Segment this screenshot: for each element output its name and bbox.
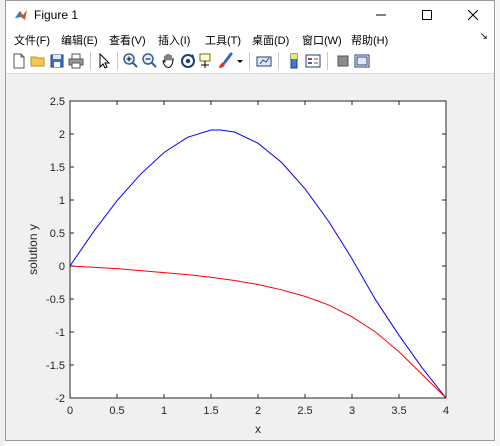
zoom-in-icon[interactable] xyxy=(122,52,140,70)
colorbar-icon[interactable] xyxy=(285,52,303,70)
y-tick-label: 2.5 xyxy=(50,96,65,108)
menu-insert[interactable]: 插入(I) xyxy=(158,32,190,48)
menu-desktop[interactable]: 桌面(D) xyxy=(252,32,289,48)
new-figure-icon[interactable] xyxy=(10,52,28,70)
figure-toolbar xyxy=(6,48,494,74)
x-tick-label: 4 xyxy=(443,405,449,417)
x-tick-label: 1.5 xyxy=(203,405,218,417)
x-tick-label: 1 xyxy=(161,405,167,417)
window-title: Figure 1 xyxy=(34,8,79,22)
open-file-icon[interactable] xyxy=(29,52,47,70)
x-tick-label: 2 xyxy=(255,405,261,417)
menu-help[interactable]: 帮助(H) xyxy=(351,32,388,48)
x-tick-label: 3 xyxy=(349,405,355,417)
menu-file[interactable]: 文件(F) xyxy=(14,32,50,48)
y-tick-label: 2 xyxy=(59,129,65,141)
y-tick-label: 1 xyxy=(59,195,65,207)
y-tick-label: -1.5 xyxy=(46,360,65,372)
toolbar-separator xyxy=(278,52,279,70)
menu-tools[interactable]: 工具(T) xyxy=(205,32,241,48)
toolbar-separator xyxy=(249,52,250,70)
menu-edit[interactable]: 编辑(E) xyxy=(61,32,98,48)
dock-arrow-icon[interactable]: ↘ xyxy=(480,31,488,42)
brush-dropdown-icon[interactable] xyxy=(235,52,245,70)
y-tick-label: -1 xyxy=(55,327,65,339)
axes-background xyxy=(70,101,446,398)
pan-hand-icon[interactable] xyxy=(160,52,178,70)
minimize-icon xyxy=(376,14,386,16)
data-cursor-icon[interactable] xyxy=(198,52,216,70)
menu-bar: 文件(F) 编辑(E) 查看(V) 插入(I) 工具(T) 桌面(D) 窗口(W… xyxy=(6,29,494,48)
toolbar-separator xyxy=(117,52,118,70)
zoom-out-icon[interactable] xyxy=(141,52,159,70)
edit-pointer-icon[interactable] xyxy=(95,52,113,70)
maximize-icon xyxy=(422,10,432,20)
y-tick-label: 1.5 xyxy=(50,162,65,174)
y-tick-label: 0 xyxy=(59,261,65,273)
menu-view[interactable]: 查看(V) xyxy=(109,32,146,48)
rotate-3d-icon[interactable] xyxy=(179,52,197,70)
hide-plot-tools-icon[interactable] xyxy=(334,52,352,70)
toolbar-separator xyxy=(90,52,91,70)
figure-window: Figure 1 文件(F) 编辑(E) 查看(V) 插入(I) 工具(T) 桌… xyxy=(5,0,495,441)
minimize-button[interactable] xyxy=(358,1,404,29)
menu-window[interactable]: 窗口(W) xyxy=(302,32,342,48)
x-tick-label: 2.5 xyxy=(297,405,312,417)
x-tick-label: 3.5 xyxy=(391,405,406,417)
toolbar-separator xyxy=(327,52,328,70)
x-tick-label: 0.5 xyxy=(109,405,124,417)
y-tick-label: -0.5 xyxy=(46,294,65,306)
save-icon[interactable] xyxy=(48,52,66,70)
desktop-background-right xyxy=(496,0,500,446)
x-axis-label: x xyxy=(255,422,261,436)
y-tick-label: -2 xyxy=(55,393,65,405)
link-plot-icon[interactable] xyxy=(255,52,273,70)
show-plot-tools-icon[interactable] xyxy=(353,52,371,70)
matlab-logo-icon xyxy=(15,10,27,20)
legend-icon[interactable] xyxy=(304,52,322,70)
title-bar[interactable]: Figure 1 xyxy=(6,1,494,29)
close-button[interactable] xyxy=(450,1,496,29)
y-axis-label: solution y xyxy=(26,224,40,275)
brush-icon[interactable] xyxy=(217,52,235,70)
x-tick-label: 0 xyxy=(67,405,73,417)
close-icon xyxy=(468,10,478,20)
print-icon[interactable] xyxy=(67,52,85,70)
maximize-button[interactable] xyxy=(404,1,450,29)
figure-canvas[interactable]: 0 0.5 1 1.5 2 2.5 3 3.5 4 -2 -1.5 -1 -0.5 0 0.5 1 1.5 2 2.… xyxy=(6,74,494,440)
y-tick-label: 0.5 xyxy=(50,228,65,240)
